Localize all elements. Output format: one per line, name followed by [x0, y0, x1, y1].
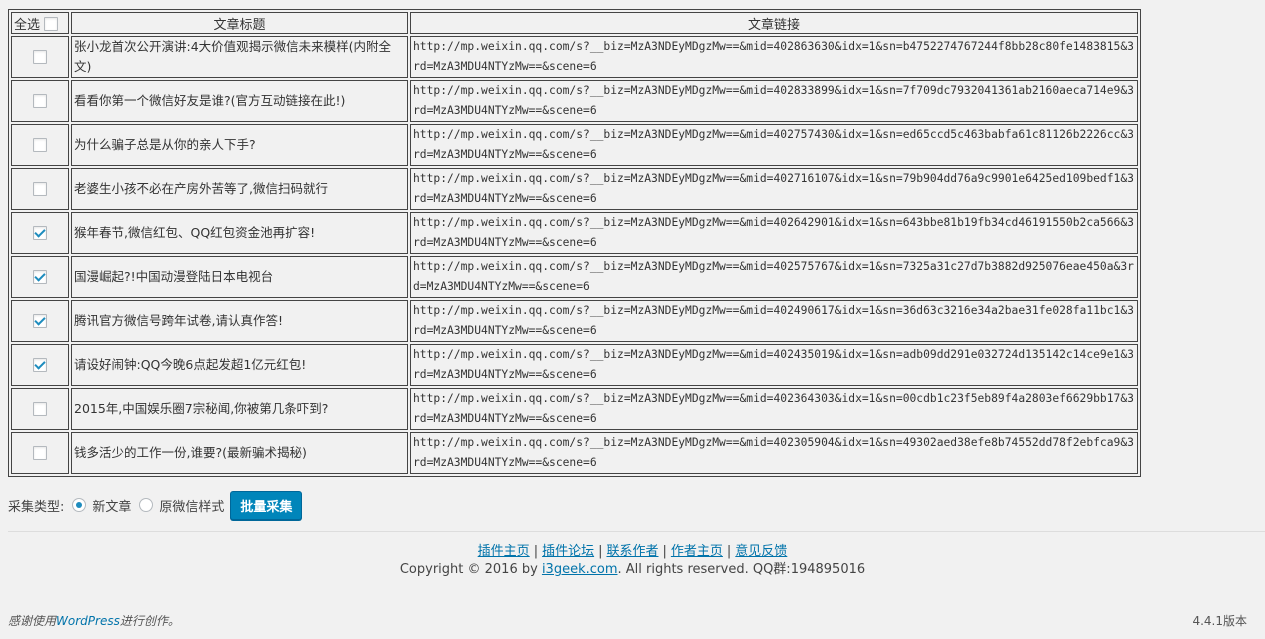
footer-link-contact-author[interactable]: 联系作者 — [606, 544, 658, 559]
radio-new-article-label[interactable]: 新文章 — [92, 496, 131, 515]
row-checkbox[interactable] — [33, 446, 47, 460]
collect-type-bar: 采集类型: 新文章 原微信样式 批量采集 — [8, 490, 303, 520]
wordpress-thanks: 感谢使用WordPress进行创作。 — [8, 612, 180, 629]
row-checkbox-cell — [11, 124, 69, 166]
row-checkbox[interactable] — [33, 358, 47, 372]
article-link: http://mp.weixin.qq.com/s?__biz=MzA3NDEy… — [410, 388, 1138, 430]
select-all-label: 全选 — [14, 17, 41, 33]
table-row: 请设好闹钟:QQ今晚6点起发超1亿元红包! http://mp.weixin.qq… — [11, 344, 1138, 386]
article-title: 看看你第一个微信好友是谁?(官方互动链接在此!) — [71, 80, 408, 122]
select-all-header: 全选 — [11, 12, 69, 34]
article-title: 国漫崛起?!中国动漫登陆日本电视台 — [71, 256, 408, 298]
article-title: 老婆生小孩不必在产房外苦等了,微信扫码就行 — [71, 168, 408, 210]
copyright-suffix: . All rights reserved. QQ群:194895016 — [617, 562, 866, 577]
wordpress-version: 4.4.1版本 — [1192, 614, 1247, 628]
article-link: http://mp.weixin.qq.com/s?__biz=MzA3NDEy… — [410, 300, 1138, 342]
article-link: http://mp.weixin.qq.com/s?__biz=MzA3NDEy… — [410, 80, 1138, 122]
article-link: http://mp.weixin.qq.com/s?__biz=MzA3NDEy… — [410, 256, 1138, 298]
article-title: 张小龙首次公开演讲:4大价值观揭示微信未来模样(内附全文) — [71, 36, 408, 78]
article-table: 全选 文章标题 文章链接 张小龙首次公开演讲:4大价值观揭示微信未来模样(内附全… — [8, 9, 1141, 477]
article-title: 钱多活少的工作一份,谁要?(最新骗术揭秘) — [71, 432, 408, 474]
footer-link-plugin-forum[interactable]: 插件论坛 — [542, 544, 594, 559]
row-checkbox-cell — [11, 256, 69, 298]
footer-separator: | — [662, 544, 667, 559]
link-column-header: 文章链接 — [410, 12, 1138, 34]
article-title: 为什么骗子总是从你的亲人下手? — [71, 124, 408, 166]
row-checkbox-cell — [11, 36, 69, 78]
row-checkbox[interactable] — [33, 402, 47, 416]
table-header-row: 全选 文章标题 文章链接 — [11, 12, 1138, 34]
row-checkbox[interactable] — [33, 138, 47, 152]
row-checkbox-cell — [11, 212, 69, 254]
article-link: http://mp.weixin.qq.com/s?__biz=MzA3NDEy… — [410, 168, 1138, 210]
row-checkbox-cell — [11, 80, 69, 122]
article-link: http://mp.weixin.qq.com/s?__biz=MzA3NDEy… — [410, 344, 1138, 386]
wordpress-link[interactable]: WordPress — [56, 614, 120, 628]
wp-thanks-suffix: 进行创作。 — [119, 614, 180, 628]
footer-separator: | — [533, 544, 539, 559]
article-title: 腾讯官方微信号跨年试卷,请认真作答! — [71, 300, 408, 342]
row-checkbox-cell — [11, 344, 69, 386]
footer-separator: | — [598, 544, 603, 559]
table-row: 腾讯官方微信号跨年试卷,请认真作答! http://mp.weixin.qq.co… — [11, 300, 1138, 342]
copyright-site-link[interactable]: i3geek.com — [542, 562, 618, 577]
row-checkbox[interactable] — [33, 314, 47, 328]
row-checkbox-cell — [11, 300, 69, 342]
row-checkbox-cell — [11, 388, 69, 430]
row-checkbox[interactable] — [33, 50, 47, 64]
table-row: 钱多活少的工作一份,谁要?(最新骗术揭秘) http://mp.weixin.qq… — [11, 432, 1138, 474]
article-title: 2015年,中国娱乐圈7宗秘闻,你被第几条吓到? — [71, 388, 408, 430]
row-checkbox-cell — [11, 168, 69, 210]
select-all-checkbox[interactable] — [44, 16, 59, 31]
batch-collect-button[interactable]: 批量采集 — [230, 490, 303, 520]
table-row: 张小龙首次公开演讲:4大价值观揭示微信未来模样(内附全文) http://mp.w… — [11, 36, 1138, 78]
table-row: 老婆生小孩不必在产房外苦等了,微信扫码就行 http://mp.weixin.qq… — [11, 168, 1138, 210]
radio-original-style-label[interactable]: 原微信样式 — [159, 496, 224, 515]
table-row: 为什么骗子总是从你的亲人下手? http://mp.weixin.qq.com/s… — [11, 124, 1138, 166]
title-column-header: 文章标题 — [71, 12, 408, 34]
row-checkbox[interactable] — [33, 94, 47, 108]
copyright: Copyright © 2016 by i3geek.com. All righ… — [0, 558, 1265, 577]
collect-type-label: 采集类型: — [8, 499, 65, 515]
row-checkbox[interactable] — [33, 226, 47, 240]
article-link: http://mp.weixin.qq.com/s?__biz=MzA3NDEy… — [410, 124, 1138, 166]
radio-new-article[interactable] — [72, 498, 87, 512]
table-row: 2015年,中国娱乐圈7宗秘闻,你被第几条吓到? http://mp.weixin… — [11, 388, 1138, 430]
article-link: http://mp.weixin.qq.com/s?__biz=MzA3NDEy… — [410, 432, 1138, 474]
article-title: 猴年春节,微信红包、QQ红包资金池再扩容! — [71, 212, 408, 254]
footer-link-author-home[interactable]: 作者主页 — [671, 544, 723, 559]
footer-link-feedback[interactable]: 意见反馈 — [735, 544, 787, 559]
row-checkbox-cell — [11, 432, 69, 474]
table-row: 猴年春节,微信红包、QQ红包资金池再扩容! http://mp.weixin.qq… — [11, 212, 1138, 254]
table-row: 看看你第一个微信好友是谁?(官方互动链接在此!) http://mp.weixin… — [11, 80, 1138, 122]
article-title: 请设好闹钟:QQ今晚6点起发超1亿元红包! — [71, 344, 408, 386]
radio-original-style[interactable] — [139, 498, 154, 512]
article-link: http://mp.weixin.qq.com/s?__biz=MzA3NDEy… — [410, 36, 1138, 78]
row-checkbox[interactable] — [33, 182, 47, 196]
footer-separator: | — [726, 544, 732, 559]
copyright-prefix: Copyright © 2016 by — [399, 562, 542, 577]
row-checkbox[interactable] — [33, 270, 47, 284]
wp-thanks-prefix: 感谢使用 — [8, 614, 57, 628]
table-row: 国漫崛起?!中国动漫登陆日本电视台 http://mp.weixin.qq.com… — [11, 256, 1138, 298]
article-link: http://mp.weixin.qq.com/s?__biz=MzA3NDEy… — [410, 212, 1138, 254]
footer-divider — [8, 531, 1265, 532]
footer-link-plugin-home[interactable]: 插件主页 — [478, 544, 530, 559]
footer-links: 插件主页 | 插件论坛 | 联系作者 | 作者主页 | 意见反馈 — [0, 540, 1265, 559]
